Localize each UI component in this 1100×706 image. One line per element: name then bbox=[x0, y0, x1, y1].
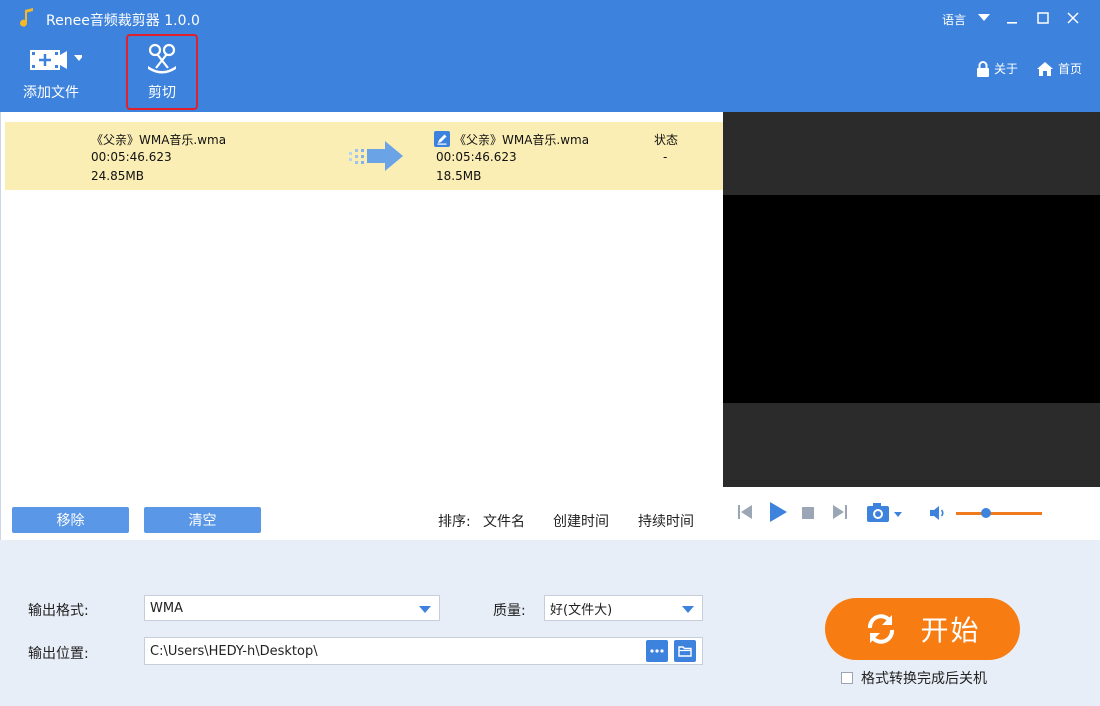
about-label: 关于 bbox=[994, 62, 1019, 76]
language-dropdown-icon[interactable] bbox=[972, 6, 996, 30]
next-icon[interactable] bbox=[832, 503, 848, 521]
app-header: Renee音频裁剪器 1.0.0 语言 添加文件 剪切 关于 首页 bbox=[0, 0, 1100, 112]
cut-label: 剪切 bbox=[148, 85, 176, 101]
player-controls bbox=[723, 487, 1100, 540]
file-row[interactable]: 《父亲》WMA音乐.wma 00:05:46.623 24.85MB 《父亲》W… bbox=[5, 122, 723, 190]
chevron-down-icon bbox=[419, 606, 431, 613]
title-bar: Renee音频裁剪器 1.0.0 语言 bbox=[0, 0, 1100, 36]
output-settings: 输出格式: WMA 质量: 好(文件大) 输出位置: C:\Users\HEDY… bbox=[0, 540, 1100, 706]
edit-output-name-icon[interactable] bbox=[434, 131, 450, 147]
status-value: - bbox=[663, 150, 668, 164]
play-icon[interactable] bbox=[767, 501, 789, 523]
close-button[interactable] bbox=[1061, 6, 1085, 30]
browse-button[interactable] bbox=[646, 640, 668, 662]
quality-value: 好(文件大) bbox=[550, 602, 613, 618]
volume-slider-knob[interactable] bbox=[981, 508, 992, 518]
video-preview bbox=[723, 112, 1100, 487]
add-file-label: 添加文件 bbox=[23, 85, 79, 101]
output-location-input[interactable]: C:\Users\HEDY-h\Desktop\ bbox=[144, 637, 703, 665]
previous-icon[interactable] bbox=[737, 503, 753, 521]
shutdown-checkbox[interactable] bbox=[841, 672, 853, 684]
source-size: 24.85MB bbox=[91, 169, 144, 183]
start-button[interactable]: 开始 bbox=[825, 598, 1020, 660]
scissors-icon bbox=[148, 43, 176, 74]
add-video-icon bbox=[30, 50, 82, 70]
sort-by-duration[interactable]: 持续时间 bbox=[638, 511, 694, 531]
quality-label: 质量: bbox=[493, 603, 526, 619]
open-folder-button[interactable] bbox=[674, 640, 696, 662]
preview-screen bbox=[723, 195, 1100, 403]
more-dots-icon bbox=[650, 649, 664, 653]
output-format-select[interactable]: WMA bbox=[144, 595, 440, 621]
sort-label: 排序: bbox=[438, 514, 471, 530]
volume-slider[interactable] bbox=[956, 512, 1042, 515]
output-location-label: 输出位置: bbox=[28, 646, 89, 662]
start-label: 开始 bbox=[920, 614, 981, 647]
chevron-down-icon bbox=[682, 606, 694, 613]
source-duration: 00:05:46.623 bbox=[91, 150, 172, 164]
add-file-button[interactable]: 添加文件 bbox=[20, 40, 82, 108]
cut-button[interactable]: 剪切 bbox=[134, 40, 190, 108]
home-link[interactable]: 首页 bbox=[1036, 60, 1082, 77]
output-format-value: WMA bbox=[150, 600, 183, 616]
about-link[interactable]: 关于 bbox=[976, 60, 1018, 77]
output-size: 18.5MB bbox=[436, 169, 482, 183]
home-icon bbox=[1037, 61, 1053, 76]
quality-select[interactable]: 好(文件大) bbox=[544, 595, 703, 621]
minimize-button[interactable] bbox=[1000, 6, 1024, 30]
output-location-value: C:\Users\HEDY-h\Desktop\ bbox=[150, 643, 318, 659]
status-header: 状态 bbox=[654, 133, 679, 147]
output-duration: 00:05:46.623 bbox=[436, 150, 517, 164]
shutdown-option[interactable]: 格式转换完成后关机 bbox=[841, 668, 987, 688]
remove-button[interactable]: 移除 bbox=[12, 507, 129, 533]
snapshot-camera-icon[interactable] bbox=[866, 502, 906, 524]
convert-arrow-icon bbox=[349, 141, 403, 171]
maximize-button[interactable] bbox=[1031, 6, 1055, 30]
lock-icon bbox=[977, 60, 989, 77]
output-file-name: 《父亲》WMA音乐.wma bbox=[454, 133, 590, 147]
clear-button[interactable]: 清空 bbox=[144, 507, 261, 533]
home-label: 首页 bbox=[1058, 62, 1083, 76]
sort-by-name[interactable]: 文件名 bbox=[483, 511, 525, 531]
folder-icon bbox=[678, 646, 692, 657]
stop-icon[interactable] bbox=[802, 507, 814, 519]
language-menu[interactable]: 语言 bbox=[942, 11, 966, 28]
source-file-name: 《父亲》WMA音乐.wma bbox=[91, 133, 227, 147]
volume-icon[interactable] bbox=[929, 505, 947, 521]
file-list-panel: 《父亲》WMA音乐.wma 00:05:46.623 24.85MB 《父亲》W… bbox=[0, 112, 723, 540]
output-format-label: 输出格式: bbox=[28, 603, 89, 619]
music-note-icon bbox=[20, 8, 33, 27]
refresh-icon bbox=[868, 614, 895, 644]
shutdown-label: 格式转换完成后关机 bbox=[861, 671, 987, 687]
app-title: Renee音频裁剪器 1.0.0 bbox=[46, 13, 200, 29]
sort-by-created[interactable]: 创建时间 bbox=[553, 511, 609, 531]
file-list-footer: 移除 清空 排序: 文件名 创建时间 持续时间 bbox=[0, 496, 723, 540]
